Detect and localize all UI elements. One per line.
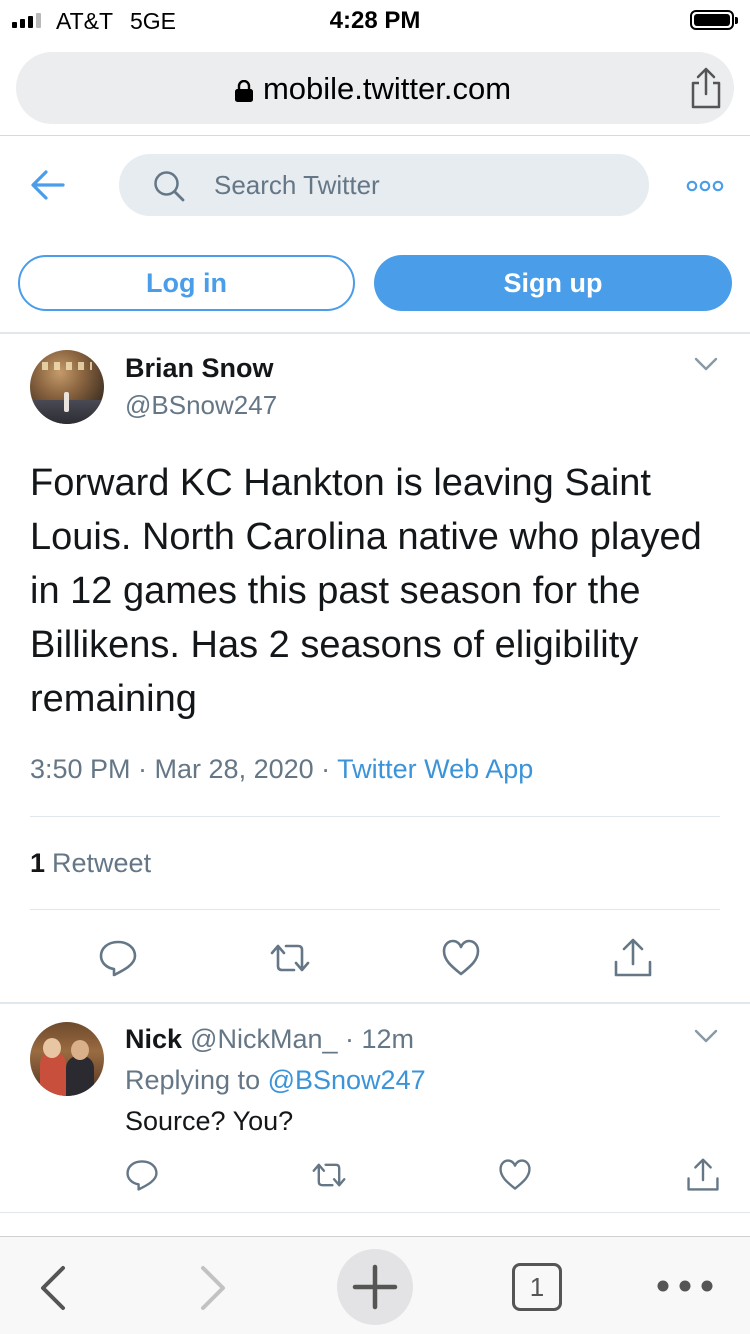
avatar[interactable] (30, 350, 104, 424)
divider (30, 909, 720, 910)
divider (30, 816, 720, 817)
signup-button[interactable]: Sign up (374, 255, 732, 311)
tweet-time: 3:50 PM · Mar 28, 2020 · (30, 754, 338, 784)
tabs-button[interactable]: 1 (512, 1263, 562, 1311)
tweet-timestamp: 3:50 PM · Mar 28, 2020 · Twitter Web App (30, 754, 533, 785)
retweet-icon[interactable] (312, 1158, 346, 1192)
tweet-text: Forward KC Hankton is leaving Saint Loui… (30, 462, 702, 720)
retweet-icon[interactable] (270, 938, 310, 978)
heart-icon[interactable] (441, 938, 481, 978)
retweet-stats[interactable]: 1 Retweet (30, 848, 151, 879)
divider (0, 1212, 750, 1213)
heart-icon[interactable] (498, 1158, 532, 1192)
header-divider (0, 332, 750, 334)
replying-to-prefix: Replying to (125, 1065, 268, 1095)
reply-author-handle[interactable]: @NickMan_ · 12m (190, 1024, 414, 1054)
arrow-left-icon[interactable] (30, 168, 66, 202)
divider (0, 1002, 750, 1004)
browser-divider (0, 135, 750, 136)
avatar[interactable] (30, 1022, 104, 1096)
retweet-count: 1 (30, 848, 46, 878)
search-input[interactable]: Search Twitter (119, 154, 649, 216)
reply-author-name[interactable]: Nick (125, 1024, 182, 1054)
reply-icon[interactable] (98, 938, 138, 978)
tweet-source-link[interactable]: Twitter Web App (337, 754, 533, 784)
browser-forward-icon[interactable] (198, 1265, 228, 1311)
browser-url-bar[interactable]: mobile.twitter.com (16, 52, 734, 124)
reply-header: Nick @NickMan_ · 12m (125, 1024, 414, 1055)
more-icon[interactable] (656, 1279, 714, 1293)
search-icon (154, 171, 185, 202)
replying-to: Replying to @BSnow247 (125, 1065, 426, 1096)
battery-icon (690, 10, 738, 30)
browser-toolbar: 1 (0, 1236, 750, 1334)
search-placeholder: Search Twitter (214, 170, 380, 200)
browser-back-icon[interactable] (38, 1265, 68, 1311)
retweet-label: Retweet (52, 848, 152, 878)
plus-icon (352, 1264, 398, 1310)
chevron-down-icon[interactable] (694, 1028, 718, 1044)
reply-icon[interactable] (125, 1158, 159, 1192)
status-bar: AT&T 5GE 4:28 PM (0, 0, 750, 40)
replying-to-mention[interactable]: @BSnow247 (268, 1065, 426, 1095)
status-time: 4:28 PM (329, 7, 421, 34)
new-tab-button[interactable] (337, 1249, 413, 1325)
share-icon[interactable] (686, 1158, 720, 1192)
share-icon[interactable] (613, 938, 653, 978)
tweet-author-handle[interactable]: @BSnow247 (125, 390, 277, 421)
tweet-author-name[interactable]: Brian Snow (125, 353, 274, 384)
login-button[interactable]: Log in (18, 255, 355, 311)
reply-text: Source? You? (125, 1106, 294, 1136)
share-icon[interactable] (686, 66, 726, 110)
more-icon[interactable] (686, 180, 724, 192)
chevron-down-icon[interactable] (694, 356, 718, 372)
browser-url: mobile.twitter.com (262, 71, 512, 106)
